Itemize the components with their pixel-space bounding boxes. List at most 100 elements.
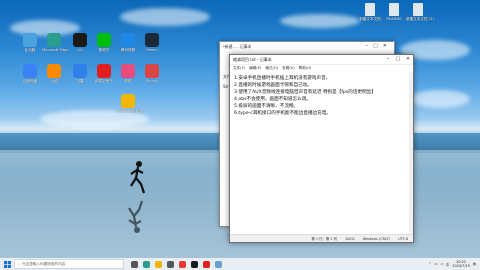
desktop-icon[interactable]: 腾讯视频 xyxy=(116,33,140,52)
clock[interactable]: 20:22 2020/7/19 xyxy=(452,260,469,268)
music-icon xyxy=(202,260,210,268)
desktop-icon[interactable]: QQ xyxy=(68,33,92,52)
desktop-file-icon[interactable]: README xyxy=(382,3,406,21)
app-icon xyxy=(97,64,111,78)
store-icon xyxy=(166,260,174,268)
app-icon xyxy=(121,33,135,47)
text-line: 2.直播的时候游戏画面卡顿和自己动。 xyxy=(234,83,312,88)
text-line: 3.使用了AUX音频线连接电脑但声音有延迟 特别是【fps的话更明显】 xyxy=(234,90,376,95)
window-title: 缩减项目.txt - 记事本 xyxy=(233,56,272,62)
desktop-icon-label: QQ xyxy=(77,48,83,52)
cloud xyxy=(280,14,360,28)
menu-file[interactable]: 文件(F) xyxy=(233,66,245,71)
desktop-icon-label: 迅雷 xyxy=(76,79,84,83)
app-icon xyxy=(121,64,135,78)
app-icon xyxy=(145,64,159,78)
desktop-icon-label: 剪映 xyxy=(124,79,132,83)
taskbar-edge[interactable] xyxy=(140,258,152,270)
date: 2020/7/19 xyxy=(452,264,470,268)
file-icon xyxy=(365,3,375,16)
minimize-button[interactable]: – xyxy=(383,55,393,64)
maximize-button[interactable]: ▢ xyxy=(393,55,403,64)
zoom-level: 100% xyxy=(344,236,355,241)
desktop-icon[interactable]: 网易云音乐 xyxy=(92,64,116,83)
notepad-icon xyxy=(214,260,222,268)
close-button[interactable]: ✕ xyxy=(403,55,413,64)
taskbar-chrome[interactable] xyxy=(176,258,188,270)
desktop-icon[interactable]: Microsoft Edge xyxy=(42,33,69,52)
desktop-icon[interactable]: Steam xyxy=(140,33,164,52)
explorer-icon xyxy=(154,260,162,268)
windows-icon xyxy=(3,260,11,268)
text-line: 1.安卓手机直播时手机插上耳机没有游戏声音。 xyxy=(234,76,331,81)
app-icon xyxy=(23,64,37,78)
edge-icon xyxy=(142,260,150,268)
taskbar-explorer[interactable] xyxy=(152,258,164,270)
window-controls[interactable]: –▢✕ xyxy=(366,43,392,49)
chevron-up-icon[interactable]: ^ xyxy=(428,262,431,266)
desktop-icon-label: 此电脑 xyxy=(24,48,36,52)
start-button[interactable] xyxy=(0,258,14,270)
menu-edit[interactable]: 编辑(E) xyxy=(249,66,261,71)
taskbar-store[interactable] xyxy=(164,258,176,270)
encoding: UTF-8 xyxy=(398,236,408,241)
cloud xyxy=(410,90,470,108)
search-box[interactable]: ⌕ 在这里输入你要搜索的内容 xyxy=(14,259,124,269)
desktop-file-icon[interactable]: 新建文本文档 xyxy=(358,3,382,21)
desktop-icon[interactable]: 火绒 xyxy=(42,64,66,83)
network-icon[interactable]: ▭ xyxy=(434,262,437,266)
app-icon xyxy=(97,33,111,47)
desktop-file-icon[interactable]: 新建文本文档 (2) xyxy=(406,3,434,21)
desktop-icon[interactable]: 剪映 xyxy=(116,64,140,83)
file-icon-label: 新建文本文档 (2) xyxy=(406,17,434,21)
taskbar-notepad[interactable] xyxy=(212,258,224,270)
file-icon-label: 新建文本文档 xyxy=(359,17,381,21)
chrome-icon xyxy=(178,260,186,268)
desktop-icon[interactable]: 百度网盘 xyxy=(18,64,42,83)
menu-bar: 文件(F) 编辑(E) 格式(O) 查看(V) 帮助(H) xyxy=(230,65,413,72)
desktop-icon[interactable]: 此电脑 xyxy=(18,33,42,52)
desktop-icon-label: 腾讯视频 xyxy=(120,48,136,52)
ime-indicator[interactable]: 中 xyxy=(446,262,449,267)
notepad-window[interactable]: 缩减项目.txt - 记事本 – ▢ ✕ 文件(F) 编辑(E) 格式(O) 查… xyxy=(229,54,414,243)
desktop-icon[interactable]: Scrcpy xyxy=(140,64,164,83)
file-icon-label: README xyxy=(386,17,402,21)
taskbar-task-view[interactable] xyxy=(128,258,140,270)
text-editor[interactable]: 1.安卓手机直播时手机插上耳机没有游戏声音。 2.直播的时候游戏画面卡顿和自己动… xyxy=(230,72,413,235)
notification-icon[interactable]: ▤ xyxy=(473,262,476,266)
menu-format[interactable]: 格式(O) xyxy=(265,66,278,71)
desktop-icon[interactable]: 爱奇艺 xyxy=(92,33,116,52)
desktop-icon-label: 百度网盘 xyxy=(22,79,38,83)
app-icon xyxy=(73,64,87,78)
title-bar[interactable]: 缩减项目.txt - 记事本 – ▢ ✕ xyxy=(230,55,413,65)
system-tray: ^ ▭ ◁ 中 20:22 2020/7/19 ▤ xyxy=(428,260,480,268)
volume-icon[interactable]: ◁ xyxy=(440,262,443,266)
menu-view[interactable]: 查看(V) xyxy=(282,66,294,71)
desktop-icon-label: Steam xyxy=(146,48,158,52)
line-ending: Windows (CRLF) xyxy=(362,236,391,241)
desktop-icon-label: Windows文件夹 xyxy=(116,109,143,113)
task-view-icon xyxy=(130,260,138,268)
taskbar: ⌕ 在这里输入你要搜索的内容 ^ ▭ ◁ 中 20:22 2020/7/19 ▤ xyxy=(0,258,480,270)
app-icon xyxy=(73,33,87,47)
search-placeholder: 在这里输入你要搜索的内容 xyxy=(22,261,66,266)
taskbar-music[interactable] xyxy=(200,258,212,270)
file-icon xyxy=(389,3,399,16)
desktop-icon[interactable]: 迅雷 xyxy=(68,64,92,83)
app-icon xyxy=(121,94,135,108)
app-icon xyxy=(145,33,159,47)
status-bar: 第 1 行，第 1 列 100% Windows (CRLF) UTF-8 xyxy=(230,234,413,242)
desktop-icon-label: Scrcpy xyxy=(145,79,159,83)
cursor-position: 第 1 行，第 1 列 xyxy=(311,237,337,241)
vertical-scrollbar[interactable] xyxy=(409,72,413,235)
taskbar-apps xyxy=(128,258,224,270)
text-line: 5.投屏的画面不清晰，不流畅。 xyxy=(234,104,299,109)
taskbar-qq[interactable] xyxy=(188,258,200,270)
desktop-icon-label: 爱奇艺 xyxy=(98,48,110,52)
desktop-icon[interactable]: Windows文件夹 xyxy=(116,94,143,113)
desktop-icon-label: 网易云音乐 xyxy=(95,79,113,83)
qq-icon xyxy=(190,260,198,268)
text-line: 4.obs不会使用，画面不知道怎么调。 xyxy=(234,97,311,102)
runner-silhouette xyxy=(130,161,146,194)
menu-help[interactable]: 帮助(H) xyxy=(299,66,312,71)
